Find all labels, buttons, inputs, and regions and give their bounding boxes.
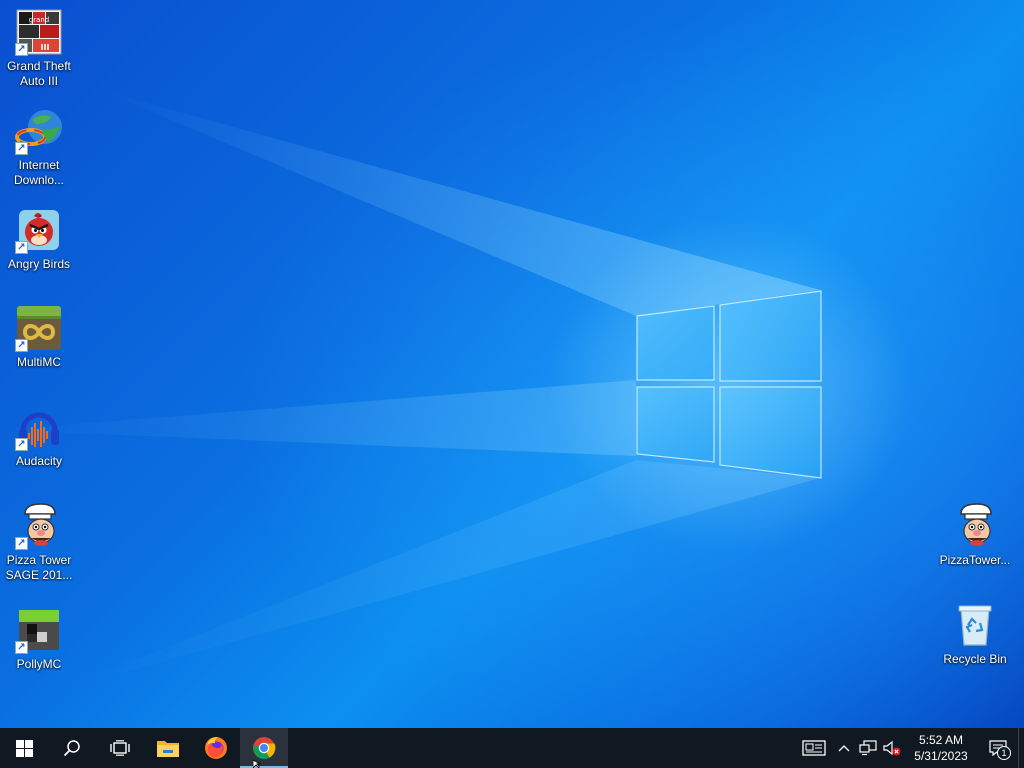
desktop-icon-label: Recycle Bin <box>943 652 1007 666</box>
desktop-icon-audacity[interactable]: ↗ Audacity <box>2 399 76 491</box>
pizza-tower-icon: ↗ <box>15 502 63 550</box>
clock[interactable]: 5:52 AM 5/31/2023 <box>904 728 978 768</box>
desktop-icon-internet-download-manager[interactable]: ↗ Internet Downlo... <box>2 103 76 195</box>
shortcut-arrow-icon: ↗ <box>15 438 28 451</box>
recycle-bin-icon <box>951 601 999 649</box>
shortcut-arrow-icon: ↗ <box>15 339 28 352</box>
shortcut-arrow-icon: ↗ <box>15 537 28 550</box>
audacity-icon: ↗ <box>15 403 63 451</box>
angry-birds-icon: ↗ <box>15 206 63 254</box>
file-explorer-button[interactable] <box>144 728 192 768</box>
desktop-icon-label: Audacity <box>15 454 63 468</box>
folder-icon <box>157 741 179 757</box>
desktop-icon-label: PizzaTower... <box>939 553 1011 567</box>
firefox-icon <box>205 737 227 759</box>
gta3-icon: grand III ↗ <box>15 8 63 56</box>
svg-text:III: III <box>41 43 50 52</box>
shortcut-arrow-icon: ↗ <box>15 43 28 56</box>
desktop-icon-label: MultiMC <box>17 355 61 369</box>
desktop-icon-gta3[interactable]: grand III ↗ Grand Theft Auto III <box>2 4 76 96</box>
desktop-icon-multimc[interactable]: ↗ MultiMC <box>2 300 76 392</box>
internet-download-manager-icon: ↗ <box>15 107 63 155</box>
windows-logo-icon <box>15 739 33 757</box>
show-desktop-button[interactable] <box>1018 728 1024 768</box>
desktop-icon-label: Angry Birds <box>7 257 71 271</box>
desktop-icon-pollymc[interactable]: ↗ PollyMC <box>2 602 76 694</box>
action-center-button[interactable]: 1 <box>978 728 1018 768</box>
search-icon <box>63 740 80 757</box>
desktop-icon-label: Grand Theft Auto III <box>7 59 71 88</box>
pizza-tower-icon <box>951 502 999 550</box>
chevron-up-icon[interactable] <box>832 728 856 768</box>
shortcut-arrow-icon: ↗ <box>15 142 28 155</box>
task-view-icon <box>110 740 130 756</box>
desktop-icon-label: Pizza Tower SAGE 201... <box>5 553 73 582</box>
chrome-icon <box>253 737 276 759</box>
clock-date: 5/31/2023 <box>914 749 968 763</box>
notification-count-badge: 1 <box>997 746 1011 760</box>
windows-logo-wallpaper <box>0 90 822 690</box>
desktop-icon-angry-birds[interactable]: ↗ Angry Birds <box>2 202 76 294</box>
pollymc-icon: ↗ <box>15 606 63 654</box>
desktop-icon-label: PollyMC <box>16 657 62 671</box>
shortcut-arrow-icon: ↗ <box>15 641 28 654</box>
shortcut-arrow-icon: ↗ <box>15 241 28 254</box>
desktop-icon-label: Internet Downlo... <box>13 158 65 187</box>
multimc-icon: ↗ <box>15 304 63 352</box>
clock-time: 5:52 AM <box>918 733 964 747</box>
volume-muted-icon[interactable] <box>880 728 904 768</box>
system-tray: 5:52 AM 5/31/2023 1 <box>796 728 1024 768</box>
news-and-interests-icon[interactable] <box>796 728 832 768</box>
start-button[interactable] <box>0 728 48 768</box>
desktop-wallpaper <box>0 0 1024 728</box>
search-button[interactable] <box>48 728 96 768</box>
task-view-button[interactable] <box>96 728 144 768</box>
mouse-cursor-icon <box>253 760 262 768</box>
desktop-icon-recycle-bin[interactable]: Recycle Bin <box>938 597 1012 689</box>
desktop-icon-pizza-tower[interactable]: PizzaTower... <box>938 498 1012 590</box>
network-icon[interactable] <box>856 728 880 768</box>
firefox-button[interactable] <box>192 728 240 768</box>
desktop-icon-pizza-tower-sage[interactable]: ↗ Pizza Tower SAGE 201... <box>2 498 76 590</box>
svg-text:grand: grand <box>29 16 50 24</box>
taskbar: 5:52 AM 5/31/2023 1 <box>0 728 1024 768</box>
